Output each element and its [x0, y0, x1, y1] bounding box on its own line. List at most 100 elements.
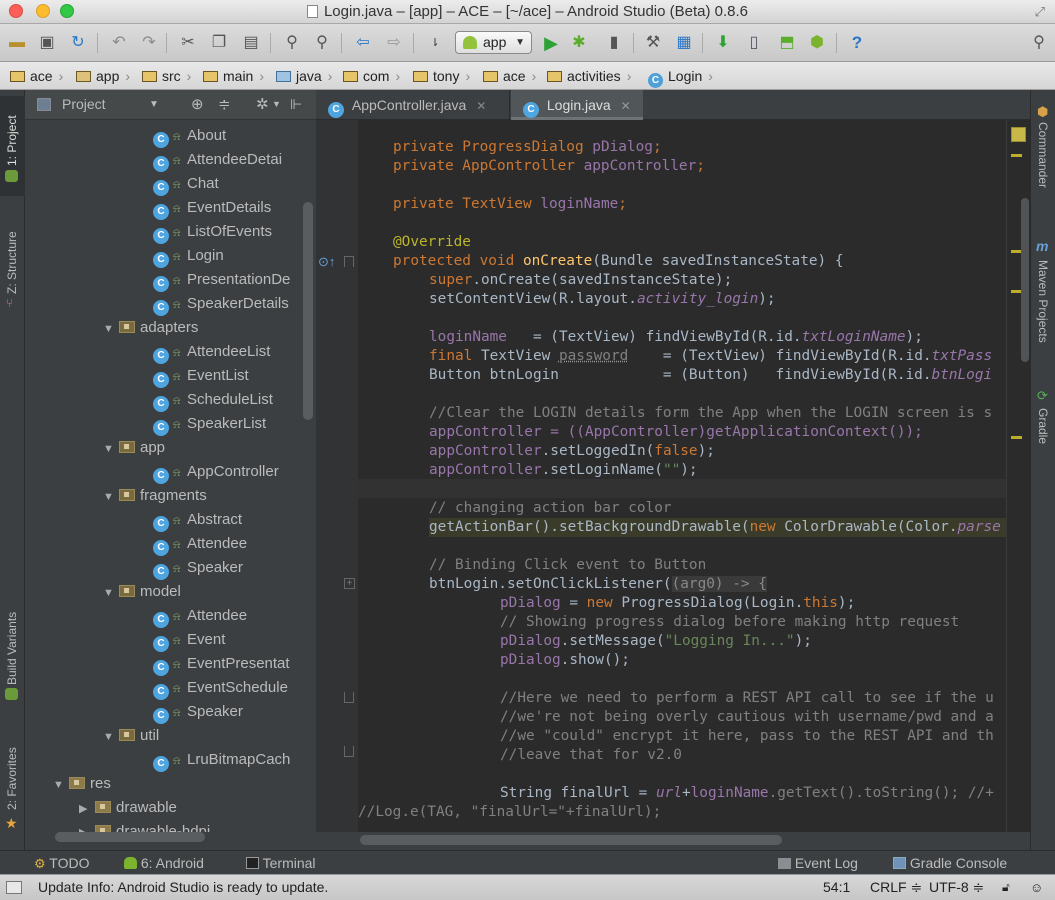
locate-icon[interactable]: ⊕ — [191, 90, 204, 119]
tree-item-class[interactable]: C ⍾ EventDetails — [153, 196, 303, 220]
tool-window-commander[interactable]: Commander — [1036, 122, 1050, 188]
breadcrumb-tony[interactable]: tony › — [413, 67, 476, 85]
tree-item-folder[interactable]: ▶ drawable-hdpi — [79, 820, 303, 832]
tree-item-class[interactable]: C ⍾ AttendeeList — [153, 340, 303, 364]
caret-position[interactable]: 54:1 — [823, 875, 850, 900]
override-marker-icon[interactable]: ⊙↑ — [318, 254, 335, 270]
avd-manager-icon[interactable]: ▯ — [743, 32, 765, 54]
tree-item-class[interactable]: C ⍾ Attendee — [153, 604, 303, 628]
close-icon[interactable]: ✕ — [476, 99, 486, 113]
replace-icon[interactable]: ⚲ — [311, 32, 333, 54]
tree-item-class[interactable]: C ⍾ ScheduleList — [153, 388, 303, 412]
tree-item-folder[interactable]: ▶ drawable — [79, 796, 303, 820]
fullscreen-icon[interactable]: ⤢ — [1035, 0, 1045, 23]
tree-item-class[interactable]: C ⍾ Login — [153, 244, 303, 268]
tool-window-project[interactable]: 1: Project — [5, 115, 19, 166]
tree-item-class[interactable]: C ⍾ LruBitmapCach — [153, 748, 303, 772]
fold-end-icon[interactable] — [344, 746, 354, 757]
tree-scrollbar[interactable] — [303, 202, 313, 420]
tree-item-class[interactable]: C ⍾ SpeakerDetails — [153, 292, 303, 316]
hector-icon[interactable]: ☺ — [1030, 875, 1043, 900]
monitor-icon[interactable]: ⬒ — [776, 32, 798, 54]
collapse-arrow-icon[interactable]: ▶ — [79, 797, 95, 820]
tool-window-structure[interactable]: Z: Structure — [5, 231, 19, 294]
tree-item-folder[interactable]: ▼ res — [53, 772, 303, 796]
copy-icon[interactable]: ❐ — [208, 32, 230, 54]
tree-item-class[interactable]: C ⍾ Speaker — [153, 556, 303, 580]
make-icon[interactable]: ⇂ — [424, 32, 446, 54]
tree-item-folder[interactable]: ▼ adapters — [103, 316, 303, 340]
tool-window-todo[interactable]: ⚙ TODO — [34, 853, 90, 873]
collapse-all-icon[interactable]: ≑ — [218, 90, 231, 119]
collapse-arrow-icon[interactable]: ▶ — [79, 821, 95, 832]
breadcrumb-ace-package[interactable]: ace › — [483, 67, 542, 85]
tool-window-favorites[interactable]: 2: Favorites — [5, 747, 19, 810]
expand-arrow-icon[interactable]: ▼ — [103, 317, 119, 340]
breadcrumb-main[interactable]: main › — [203, 67, 270, 85]
code-editor[interactable]: private ProgressDialog pDialog; private … — [358, 120, 1006, 832]
encoding-select[interactable]: UTF-8 ≑ — [929, 875, 984, 900]
tool-window-android[interactable]: 6: Android — [124, 853, 204, 873]
status-message[interactable]: Update Info: Android Studio is ready to … — [38, 875, 328, 900]
tree-item-class[interactable]: C ⍾ EventList — [153, 364, 303, 388]
tree-item-class[interactable]: C ⍾ ListOfEvents — [153, 220, 303, 244]
breadcrumb-java[interactable]: java › — [276, 67, 338, 85]
tree-item-class[interactable]: C ⍾ Abstract — [153, 508, 303, 532]
tool-window-build-variants[interactable]: Build Variants — [5, 612, 19, 685]
tool-window-gradle[interactable]: Gradle — [1036, 408, 1050, 444]
cut-icon[interactable]: ✂ — [177, 32, 199, 54]
line-separator-select[interactable]: CRLF ≑ — [870, 875, 922, 900]
tree-item-class[interactable]: C ⍾ Chat — [153, 172, 303, 196]
editor-scrollbar[interactable] — [1021, 198, 1029, 362]
close-window-button[interactable] — [9, 4, 23, 18]
help-icon[interactable]: ? — [846, 32, 868, 54]
tree-item-class[interactable]: C ⍾ EventSchedule — [153, 676, 303, 700]
chevron-down-icon[interactable]: ▼ — [149, 90, 159, 119]
breadcrumb-login[interactable]: C Login › — [648, 67, 719, 88]
tree-item-class[interactable]: C ⍾ Attendee — [153, 532, 303, 556]
hide-panel-icon[interactable]: ⊩ — [290, 90, 302, 119]
chevron-down-icon[interactable]: ▼ — [272, 90, 281, 119]
find-icon[interactable]: ⚲ — [281, 32, 303, 54]
forward-icon[interactable]: ⇨ — [383, 32, 405, 54]
fold-icon[interactable] — [344, 256, 354, 267]
sync-icon[interactable]: ↻ — [67, 32, 89, 54]
tree-item-class[interactable]: C ⍾ AttendeeDetai — [153, 148, 303, 172]
minimize-window-button[interactable] — [36, 4, 50, 18]
tool-window-gradle-console[interactable]: Gradle Console — [893, 853, 1007, 873]
tool-windows-toggle-icon[interactable] — [6, 881, 22, 894]
tree-item-class[interactable]: C ⍾ PresentationDe — [153, 268, 303, 292]
fold-end-icon[interactable] — [344, 692, 354, 703]
tree-item-folder[interactable]: ▼ model — [103, 580, 303, 604]
tree-item-class[interactable]: C ⍾ SpeakerList — [153, 412, 303, 436]
lock-icon[interactable]: 🔓︎ — [1002, 875, 1010, 900]
tree-item-folder[interactable]: ▼ app — [103, 436, 303, 460]
expand-arrow-icon[interactable]: ▼ — [103, 725, 119, 748]
breadcrumb-src[interactable]: src › — [142, 67, 197, 85]
run-configuration-select[interactable]: app ▼ — [455, 31, 532, 54]
editor-hscrollbar[interactable] — [360, 835, 782, 845]
breadcrumb-ace[interactable]: ace › — [10, 67, 69, 85]
tool-window-maven[interactable]: Maven Projects — [1036, 260, 1050, 343]
tree-item-class[interactable]: C ⍾ About — [153, 124, 303, 148]
paste-icon[interactable]: ▤ — [240, 32, 262, 54]
tree-item-class[interactable]: C ⍾ Speaker — [153, 700, 303, 724]
android-icon[interactable]: ⬢ — [806, 32, 828, 54]
breadcrumb-com[interactable]: com › — [343, 67, 406, 85]
warning-marker[interactable] — [1011, 436, 1022, 439]
tree-item-class[interactable]: C ⍾ EventPresentat — [153, 652, 303, 676]
settings-icon[interactable]: ▦ — [673, 32, 695, 54]
gear-icon[interactable]: ✲ — [256, 90, 269, 119]
search-icon[interactable]: ⚲ — [1028, 32, 1050, 54]
run-icon[interactable]: ▶ — [540, 32, 562, 54]
expand-arrow-icon[interactable]: ▼ — [103, 581, 119, 604]
zoom-window-button[interactable] — [60, 4, 74, 18]
expand-arrow-icon[interactable]: ▼ — [53, 773, 69, 796]
redo-icon[interactable]: ↷ — [138, 32, 160, 54]
project-structure-icon[interactable]: ⚒ — [642, 32, 664, 54]
expand-icon[interactable]: + — [344, 578, 355, 589]
folder-icon[interactable]: ▬ — [6, 32, 28, 54]
expand-arrow-icon[interactable]: ▼ — [103, 485, 119, 508]
back-icon[interactable]: ⇦ — [352, 32, 374, 54]
undo-icon[interactable]: ↶ — [108, 32, 130, 54]
